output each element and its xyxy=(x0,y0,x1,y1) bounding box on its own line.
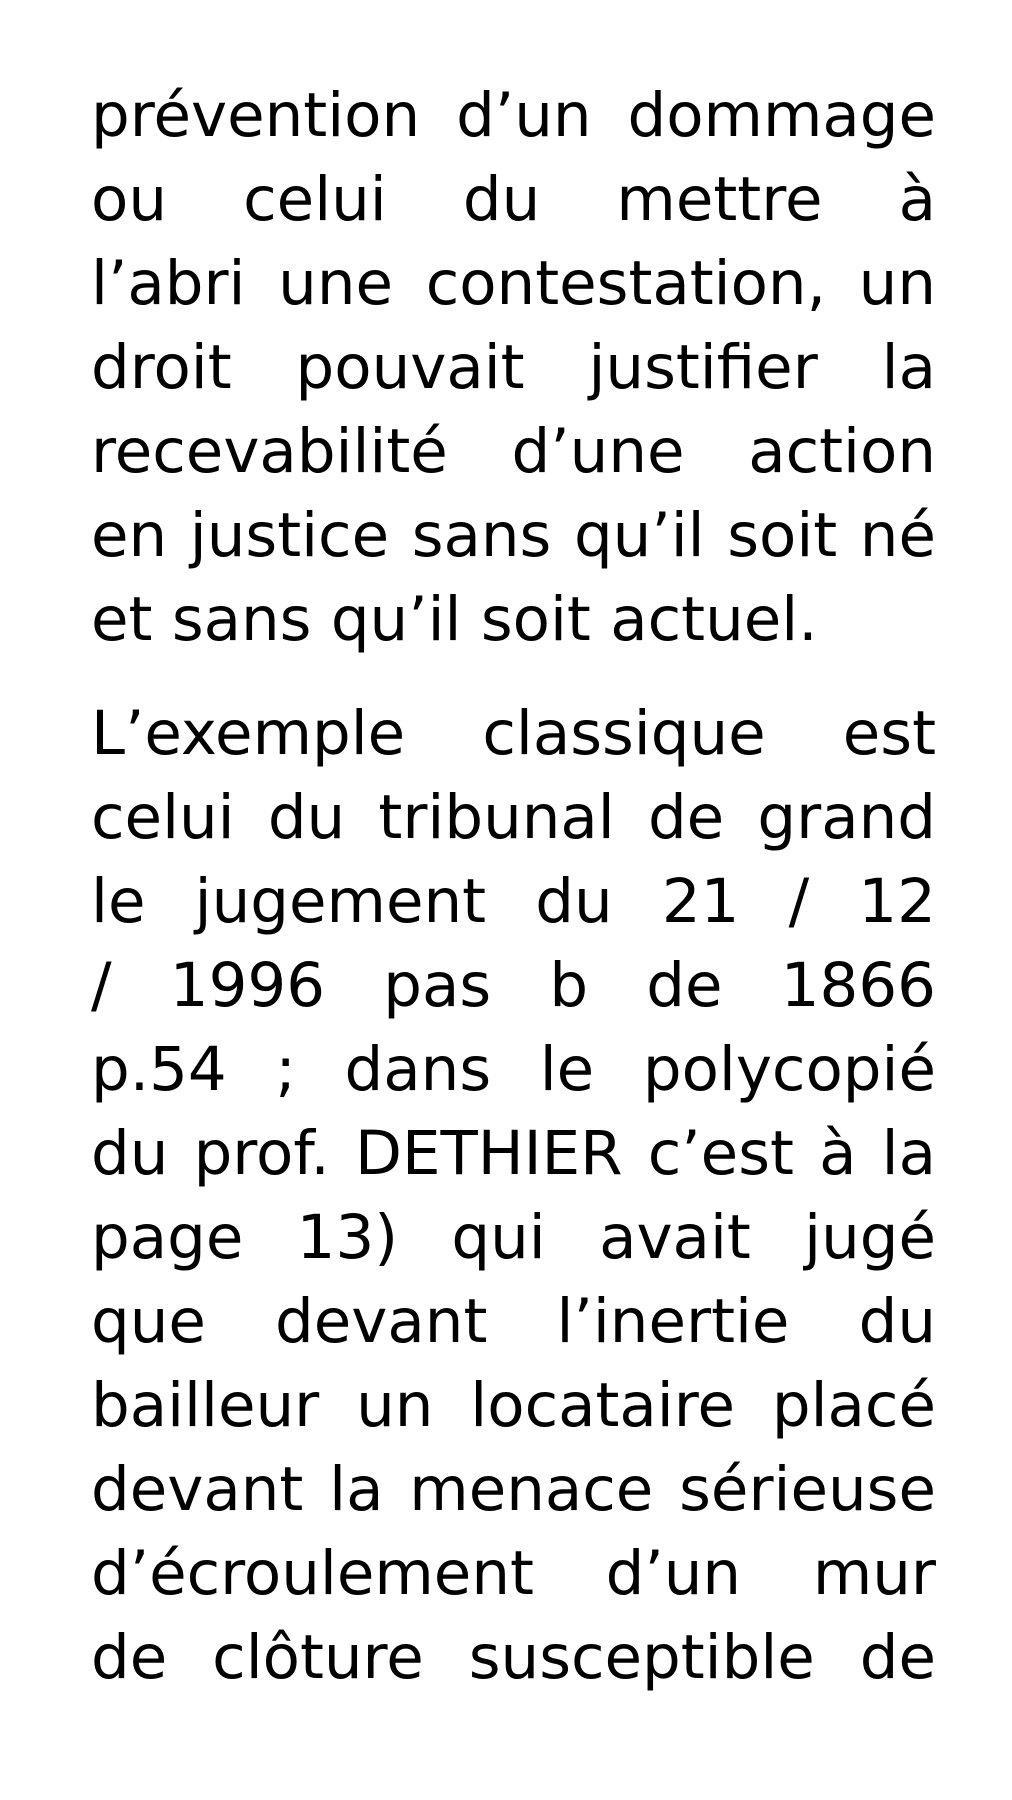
text-line: ou celui du mettre à xyxy=(91,164,936,235)
text-line: en justice sans qu’il soit né xyxy=(91,500,936,571)
text-line: devant la menace sérieuse xyxy=(91,1454,936,1525)
paragraph-2: L’exemple classique est celui du tribuna… xyxy=(91,692,936,1700)
text-line: droit pouvait justifier la xyxy=(91,332,936,403)
text-column: prévention d’un dommage ou celui du mett… xyxy=(91,74,936,1700)
text-line: L’exemple classique est xyxy=(91,698,936,769)
text-line: que devant l’inertie du xyxy=(91,1286,936,1357)
text-line: du prof. DETHIER c’est à la xyxy=(91,1118,936,1189)
paragraph-1: prévention d’un dommage ou celui du mett… xyxy=(91,74,936,662)
text-line: bailleur un locataire placé xyxy=(91,1370,936,1441)
text-line: / 1996 pas b de 1866 xyxy=(91,950,936,1021)
text-line: le jugement du 21 / 12 xyxy=(91,866,936,937)
text-line: prévention d’un dommage xyxy=(91,80,936,151)
text-line: page 13) qui avait jugé xyxy=(91,1202,936,1273)
text-line: p.54 ; dans le polycopié xyxy=(91,1034,936,1105)
text-line: celui du tribunal de grand xyxy=(91,782,936,853)
text-line: et sans qu’il soit actuel. xyxy=(91,584,818,655)
text-line: l’abri une contestation, un xyxy=(91,248,936,319)
document-page: prévention d’un dommage ou celui du mett… xyxy=(0,0,1012,1800)
text-line: de clôture susceptible de xyxy=(91,1622,936,1693)
text-line: recevabilité d’une action xyxy=(91,416,936,487)
text-line: d’écroulement d’un mur xyxy=(91,1538,936,1609)
